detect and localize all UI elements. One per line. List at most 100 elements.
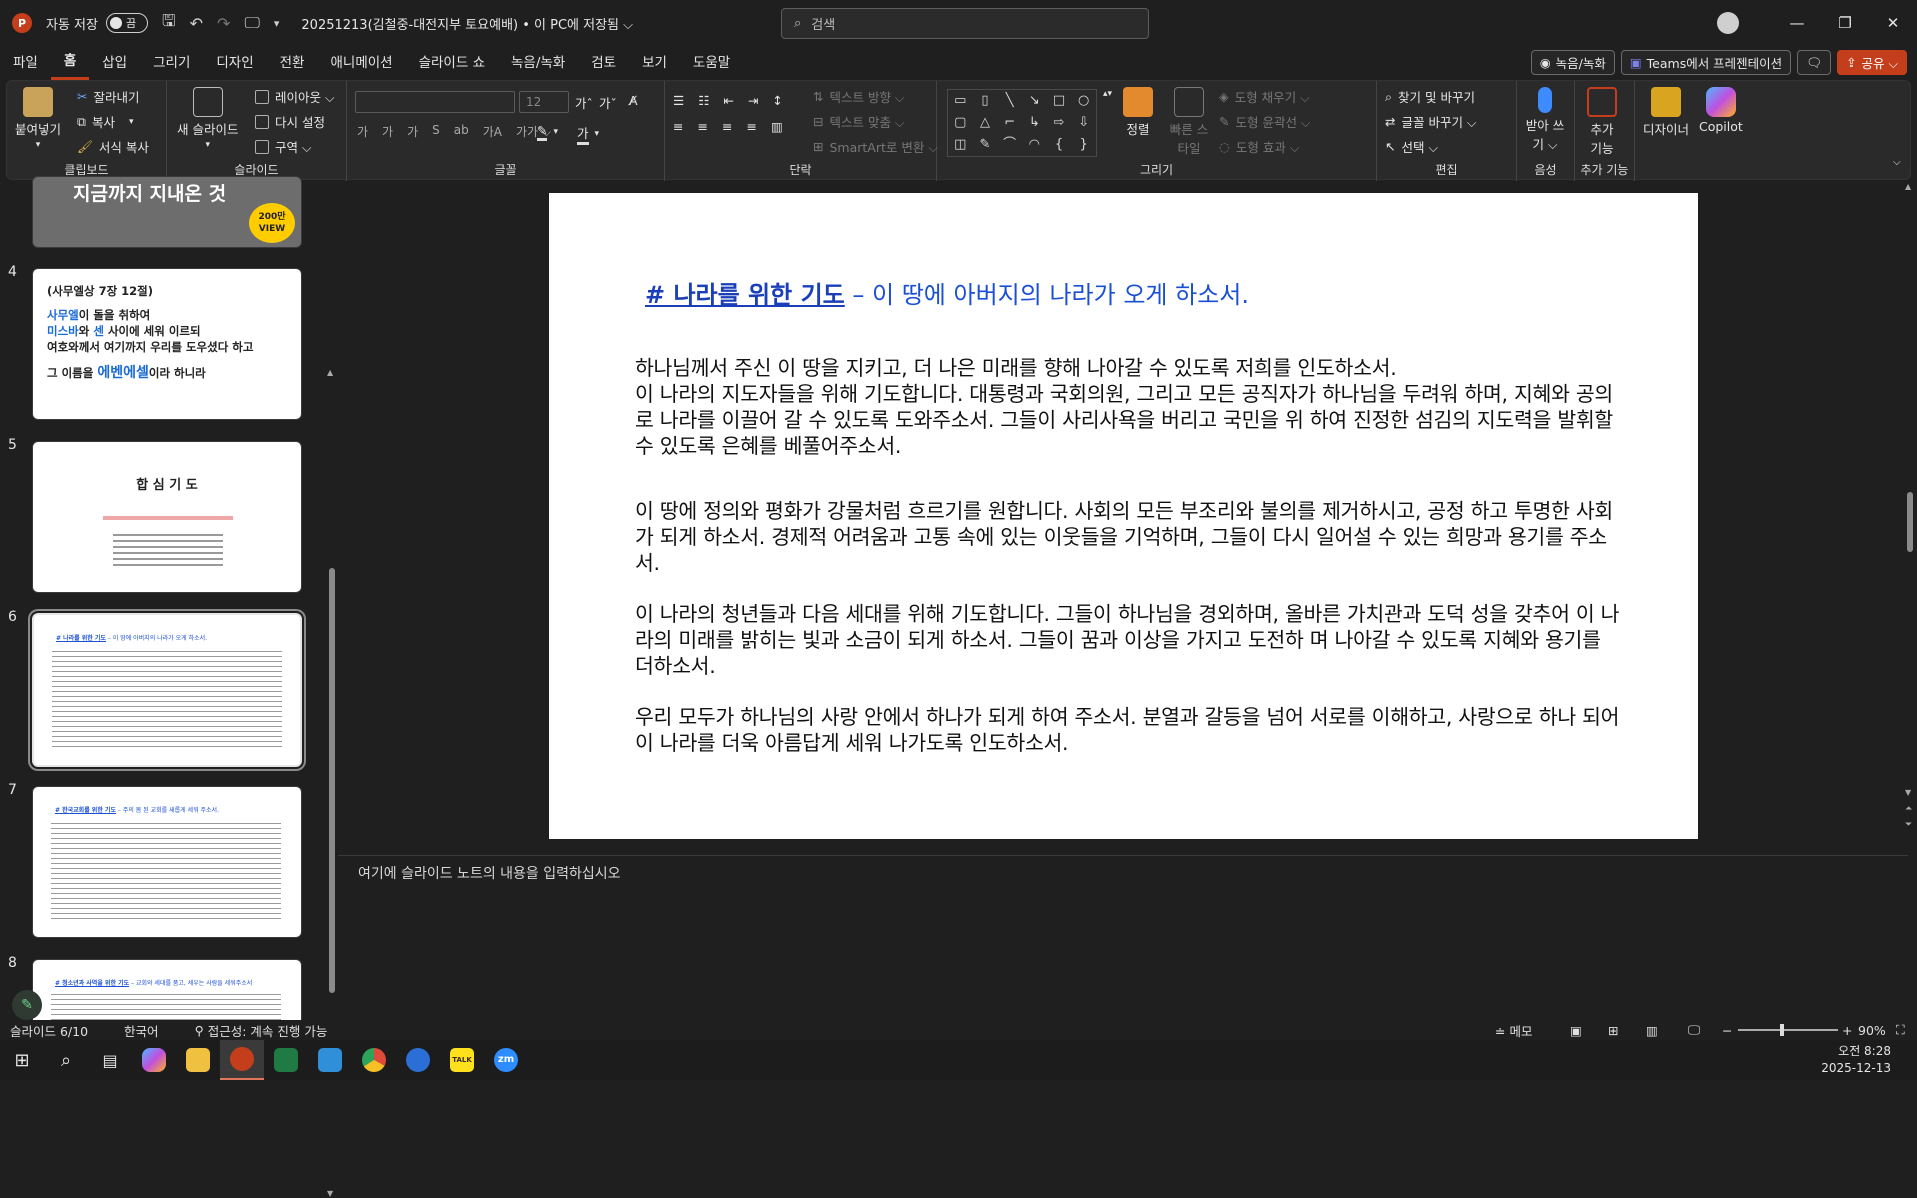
scroll-up-icon[interactable]: ▲ <box>1905 182 1911 191</box>
menu-tab-7[interactable]: 슬라이드 쇼 <box>406 46 498 80</box>
slide-paragraph-2[interactable]: 이 나라의 지도자들을 위해 기도합니다. 대통령과 국회의원, 그리고 모든 … <box>635 381 1625 459</box>
record-button[interactable]: ◉ 녹음/녹화 <box>1530 50 1615 75</box>
zoom-out-icon[interactable]: − <box>1722 1023 1732 1038</box>
chrome-taskbar-button[interactable] <box>352 1040 396 1080</box>
avatar[interactable] <box>1717 12 1739 34</box>
menu-tab-5[interactable]: 전환 <box>267 46 318 80</box>
layout-button[interactable]: 레이아웃 ⌵ <box>255 87 334 106</box>
zoom-slider-thumb[interactable] <box>1780 1024 1784 1036</box>
vertical-textbox-icon[interactable]: ▯ <box>973 90 998 112</box>
hancom-taskbar-button[interactable] <box>308 1040 352 1080</box>
menu-tab-11[interactable]: 도움말 <box>680 46 743 80</box>
font-name-box[interactable] <box>355 91 515 113</box>
normal-view-icon[interactable]: ▣ <box>1570 1023 1582 1038</box>
align-buttons[interactable]: ≡ ≡ ≡ ≡ ▥ <box>673 119 783 134</box>
slide-thumbnail-3[interactable]: 지금까지 지내온 것 200만 VIEW <box>32 176 302 248</box>
slide-title[interactable]: # 나라를 위한 기도 – 이 땅에 아버지의 나라가 오게 하소서. <box>645 275 1249 310</box>
document-title[interactable]: 20251213(김철중-대전지부 토요예배) • 이 PC에 저장됨 ⌵ <box>301 14 633 33</box>
arc-shape-icon[interactable]: ◠ <box>1022 134 1047 156</box>
slide-paragraph-3[interactable]: 이 땅에 정의와 평화가 강물처럼 흐르기를 원합니다. 사회의 모든 부조리와… <box>635 498 1625 576</box>
slide-thumbnail-7[interactable]: # 한국교회를 위한 기도 – 주의 몸 된 교회를 새롭게 세워 주소서. <box>32 786 302 938</box>
customize-qat-icon[interactable]: ▾ <box>274 17 280 30</box>
shape-gallery[interactable]: ▭ ▯ ╲ ↘ □ ○ ▢ △ ⌐ ↳ ⇨ ⇩ ◫ ✎ ⌒ ◠{} <box>947 89 1097 157</box>
menu-tab-4[interactable]: 디자인 <box>203 46 266 80</box>
bluetooth-app-button[interactable] <box>396 1040 440 1080</box>
shape-effects-button[interactable]: ◌ 도형 효과 ⌵ <box>1219 137 1299 156</box>
zoom-taskbar-button[interactable]: zm <box>484 1040 528 1080</box>
undo-icon[interactable]: ↶ <box>190 14 203 33</box>
file-explorer-button[interactable] <box>176 1040 220 1080</box>
slideshow-view-icon[interactable]: 🖵 <box>1688 1022 1700 1038</box>
textbox-shape-icon[interactable]: ▭ <box>948 90 973 112</box>
format-painter-button[interactable]: 🖌 서식 복사 <box>77 137 149 156</box>
powerpoint-taskbar-button[interactable] <box>220 1040 264 1080</box>
share-button[interactable]: ⇪ 공유 ⌵ <box>1837 50 1907 75</box>
restore-button[interactable]: ❐ <box>1821 14 1869 32</box>
minimize-button[interactable]: — <box>1773 14 1821 32</box>
shape-outline-button[interactable]: ✎ 도형 윤곽선 ⌵ <box>1219 112 1310 131</box>
right-arrow-shape-icon[interactable]: ⇨ <box>1047 112 1072 134</box>
rectangle-shape-icon[interactable]: □ <box>1047 90 1072 112</box>
menu-tab-6[interactable]: 애니메이션 <box>317 46 405 80</box>
accessibility-status[interactable]: 접근성: 계속 진행 가능 <box>208 1021 328 1040</box>
slide-paragraph-4[interactable]: 이 나라의 청년들과 다음 세대를 위해 기도합니다. 그들이 하나님을 경외하… <box>635 601 1625 679</box>
right-brace-icon[interactable]: } <box>1071 134 1096 156</box>
next-slide-button-icon[interactable]: ⏷ <box>1905 820 1912 830</box>
prev-slide-button-icon[interactable]: ⏶ <box>1905 804 1912 814</box>
taskbar-search-button[interactable]: ⌕ <box>44 1040 88 1080</box>
slide-thumbnail-8[interactable]: # 청소년과 사역을 위한 기도 – 교회와 세대를 품고, 세우는 사람들 세… <box>32 959 302 1029</box>
curve-shape-icon[interactable]: ⌒ <box>997 134 1022 156</box>
slide-paragraph-5[interactable]: 우리 모두가 하나님의 사랑 안에서 하나가 되게 하여 주소서. 분열과 갈등… <box>635 704 1625 756</box>
font-format-button-2[interactable]: 가 <box>407 123 418 140</box>
slide-canvas[interactable]: # 나라를 위한 기도 – 이 땅에 아버지의 나라가 오게 하소서. 하나님께… <box>549 193 1698 839</box>
elbow-arrow-icon[interactable]: ↳ <box>1022 112 1047 134</box>
designer-button[interactable]: 디자이너 <box>1643 87 1689 138</box>
new-slide-button[interactable]: 새 슬라이드 ▾ <box>177 87 238 150</box>
font-format-button-0[interactable]: 가 <box>357 123 368 140</box>
menu-tab-8[interactable]: 녹음/녹화 <box>498 46 578 80</box>
save-icon[interactable]: 🖫 <box>162 10 176 37</box>
find-replace-button[interactable]: ⌕ 찾기 및 바꾸기 <box>1385 87 1475 106</box>
redo-icon[interactable]: ↷ <box>217 14 230 33</box>
slide-sorter-icon[interactable]: ⊞ <box>1608 1023 1618 1038</box>
teams-present-button[interactable]: ▣ Teams에서 프레젠테이션 <box>1620 50 1792 75</box>
slide-thumbnail-6[interactable]: # 나라를 위한 기도 – 이 땅에 아버지의 나라가 오게 하소서. <box>30 611 304 769</box>
down-arrow-shape-icon[interactable]: ⇩ <box>1071 112 1096 134</box>
callout-shape-icon[interactable]: ◫ <box>948 134 973 156</box>
autosave-toggle[interactable]: 끔 <box>105 13 148 33</box>
cut-button[interactable]: ✂ 잘라내기 <box>77 87 140 106</box>
menu-tab-1[interactable]: 홈 <box>50 46 90 80</box>
slide-scroll-thumb[interactable] <box>1907 492 1913 552</box>
copilot-taskbar-button[interactable] <box>132 1040 176 1080</box>
ribbon-collapse-button[interactable]: ⌵ <box>1893 157 1901 168</box>
system-clock[interactable]: 오전 8:28 2025-12-13 <box>1821 1043 1891 1077</box>
zoom-slider[interactable] <box>1738 1024 1838 1036</box>
zoom-level[interactable]: 90% <box>1858 1023 1886 1038</box>
font-format-button-5[interactable]: 가A <box>483 123 502 140</box>
notes-toggle-button[interactable]: ≐ 메모 <box>1495 1021 1532 1040</box>
slide-paragraph-1[interactable]: 하나님께서 주신 이 땅을 지키고, 더 나은 미래를 향해 나아갈 수 있도록… <box>635 355 1625 381</box>
close-button[interactable]: ✕ <box>1869 14 1917 32</box>
reading-view-icon[interactable]: ▥ <box>1646 1023 1658 1038</box>
section-button[interactable]: 구역 ⌵ <box>255 137 311 156</box>
reset-button[interactable]: 다시 설정 <box>255 112 325 131</box>
comment-button[interactable]: 🗨 <box>1797 50 1832 75</box>
slide-thumbnail-4[interactable]: (사무엘상 7장 12절) 사무엘이 돌을 취하여 미스바와 센 사이에 세워 … <box>32 268 302 420</box>
kakaotalk-taskbar-button[interactable]: TALK <box>440 1040 484 1080</box>
search-box[interactable]: ⌕ 검색 <box>781 8 1149 39</box>
language-status[interactable]: 한국어 <box>124 1021 159 1040</box>
font-format-button-3[interactable]: S <box>432 123 440 140</box>
notes-pane[interactable]: 여기에 슬라이드 노트의 내용을 입력하십시오 <box>338 855 1908 1020</box>
align-text-button[interactable]: ⊟ 텍스트 맞춤 ⌵ <box>813 112 904 131</box>
left-brace-icon[interactable]: { <box>1047 134 1072 156</box>
quick-styles-button[interactable]: 빠른 스타일 <box>1169 87 1209 157</box>
shrink-font-button[interactable]: 가ˇ <box>599 93 617 112</box>
copy-button[interactable]: ⧉ 복사 ▾ <box>77 112 133 131</box>
clear-format-button[interactable]: A̸ <box>629 93 638 108</box>
copilot-button[interactable]: Copilot <box>1699 87 1743 134</box>
smartart-button[interactable]: ⊞ SmartArt로 변환 ⌵ <box>813 137 938 156</box>
font-color-button[interactable]: 가 ▾ <box>577 123 599 145</box>
thumbnail-scroll-thumb[interactable] <box>329 568 335 993</box>
list-buttons[interactable]: ☰ ☷ ⇤ ⇥ ↕ <box>673 93 783 108</box>
start-button[interactable]: ⊞ <box>0 1040 44 1080</box>
